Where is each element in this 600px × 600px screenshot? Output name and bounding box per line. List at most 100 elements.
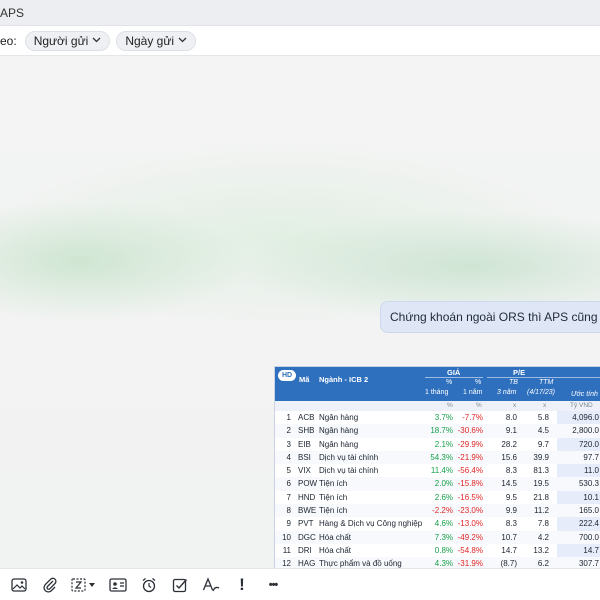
header-tb: TB <box>509 379 518 386</box>
cell-no: 6 <box>286 479 291 489</box>
table-body: 1 ACB Ngân hàng 3.7% -7.7% 8.0 5.8 4,096.0 2 SHB N… <box>275 411 600 568</box>
cell-m1: 11.4% <box>430 466 453 476</box>
unit-pct2: % <box>476 402 482 409</box>
cell-est: 4,096.0 <box>572 413 599 422</box>
cell-no: 2 <box>286 426 291 436</box>
cell-ttm: 6.2 <box>537 559 549 568</box>
date-filter-dropdown[interactable]: Ngày gửi <box>116 30 197 51</box>
important-icon[interactable]: ! <box>231 574 253 596</box>
cell-y1: -31.9% <box>457 559 483 568</box>
chevron-down-icon <box>178 35 187 46</box>
cell-y1: -29.9% <box>457 439 483 449</box>
header-ttm-date: (4/17/23) <box>527 389 556 396</box>
contact-card-icon[interactable] <box>107 574 129 596</box>
cell-ttm: 9.7 <box>537 439 549 449</box>
shared-image-stock-table[interactable]: HD Mã Ngành - ICB 2 GIÁ P/E % % 1 tháng … <box>274 366 600 568</box>
more-icon[interactable]: ••• <box>262 574 284 596</box>
cell-tb: 10.7 <box>501 532 517 542</box>
filter-bar: eo: Người gửi Ngày gửi <box>0 26 600 56</box>
cell-no: 7 <box>286 492 291 502</box>
cell-m1: 4.6% <box>434 519 453 529</box>
message-text: Chứng khoán ngoài ORS thì APS cũng dc nh… <box>390 310 600 324</box>
cell-industry: Hóa chất <box>319 545 352 555</box>
cell-no: 8 <box>286 506 291 516</box>
cell-m1: 3.7% <box>434 413 453 422</box>
header-one-year: 1 năm <box>463 389 483 396</box>
cell-est: 720.0 <box>578 439 599 449</box>
attachment-icon[interactable] <box>39 574 61 596</box>
cell-ttm: 11.2 <box>534 506 549 516</box>
header-ttm: TTM <box>539 379 554 386</box>
cell-y1: -13.0% <box>457 519 483 529</box>
cell-industry: Tiện ích <box>319 479 348 489</box>
cell-est: 97.7 <box>583 452 599 462</box>
cell-est: 307.7 <box>578 559 599 568</box>
table-row: 7 HND Tiện ích 2.6% -16.5% 9.5 21.8 10.1 <box>275 491 600 504</box>
pe-group-line <box>487 377 600 378</box>
cell-code: PVT <box>298 519 314 529</box>
cell-industry: Ngân hàng <box>319 439 359 449</box>
cell-m1: -2.2% <box>432 506 453 516</box>
cell-tb: 9.5 <box>505 492 517 502</box>
cell-ttm: 7.8 <box>537 519 549 529</box>
cell-y1: -49.2% <box>457 532 483 542</box>
format-text-icon[interactable] <box>200 574 222 596</box>
header-code: Mã <box>299 375 310 384</box>
cell-code: EIB <box>298 439 311 449</box>
header-pe-group: P/E <box>513 368 526 377</box>
cell-industry: Dịch vụ tài chính <box>319 466 379 476</box>
cell-m1: 54.3% <box>430 452 453 462</box>
cell-ttm: 4.5 <box>537 426 549 436</box>
cell-industry: Ngân hàng <box>319 413 359 422</box>
hd-badge: HD <box>278 370 296 381</box>
cell-ttm: 19.5 <box>533 479 549 489</box>
cell-no: 4 <box>286 452 291 462</box>
cell-est: 165.0 <box>578 506 599 516</box>
cell-code: VIX <box>298 466 311 476</box>
cell-no: 11 <box>282 545 291 555</box>
table-row: 12 HAG Thực phẩm và đồ uống 4.3% -31.9% (8.7)… <box>275 557 600 568</box>
cell-code: POW <box>298 479 318 489</box>
header-pct2: % <box>475 379 482 386</box>
cell-m1: 7.3% <box>434 532 453 542</box>
table-row: 1 ACB Ngân hàng 3.7% -7.7% 8.0 5.8 4,096.0 <box>275 411 600 424</box>
date-filter-label: Ngày gửi <box>125 33 175 48</box>
alarm-icon[interactable] <box>138 574 160 596</box>
cell-y1: -30.6% <box>457 426 483 436</box>
cell-code: DGC <box>298 532 316 542</box>
header-pct1: % <box>446 379 453 386</box>
cell-y1: -16.5% <box>457 492 483 502</box>
table-row: 3 EIB Ngân hàng 2.1% -29.9% 28.2 9.7 720.0 <box>275 438 600 451</box>
sender-filter-dropdown[interactable]: Người gửi <box>24 30 111 51</box>
cell-no: 12 <box>282 559 291 568</box>
cell-est: 530.3 <box>578 479 599 489</box>
unit-pct1: % <box>447 402 453 409</box>
cell-y1: -54.8% <box>457 545 483 555</box>
cell-industry: Ngân hàng <box>319 426 359 436</box>
cell-est: 10.1 <box>583 492 599 502</box>
cell-tb: 14.5 <box>501 479 517 489</box>
cell-tb: (8.7) <box>500 559 517 568</box>
cell-m1: 4.3% <box>434 559 453 568</box>
chat-area[interactable]: Chứng khoán ngoài ORS thì APS cũng dc nh… <box>0 56 600 568</box>
conversation-title: APS <box>0 6 25 20</box>
screenshot-icon[interactable] <box>70 574 98 596</box>
cell-m1: 0.8% <box>434 545 453 555</box>
conversation-header: APS <box>0 0 600 26</box>
cell-code: BSI <box>298 452 311 462</box>
table-row: 9 PVT Hàng & Dịch vụ Công nghiệp 4.6% -13.0%… <box>275 517 600 530</box>
cell-est: 14.7 <box>583 545 599 555</box>
message-bubble[interactable]: Chứng khoán ngoài ORS thì APS cũng dc nh… <box>380 301 600 333</box>
cell-no: 1 <box>286 413 291 422</box>
table-row: 10 DGC Hóa chất 7.3% -49.2% 10.7 4.2 700.0 <box>275 530 600 544</box>
image-icon[interactable] <box>8 574 30 596</box>
task-icon[interactable] <box>169 574 191 596</box>
cell-no: 5 <box>286 466 291 476</box>
table-row: 5 VIX Dịch vụ tài chính 11.4% -56.4% 8.3 81.3 1… <box>275 464 600 477</box>
cell-tb: 9.1 <box>505 426 517 436</box>
cell-ttm: 21.8 <box>533 492 549 502</box>
chevron-down-icon <box>92 35 101 46</box>
cell-ttm: 13.2 <box>533 545 549 555</box>
cell-industry: Tiện ích <box>319 492 348 502</box>
cell-tb: 8.3 <box>505 466 517 476</box>
